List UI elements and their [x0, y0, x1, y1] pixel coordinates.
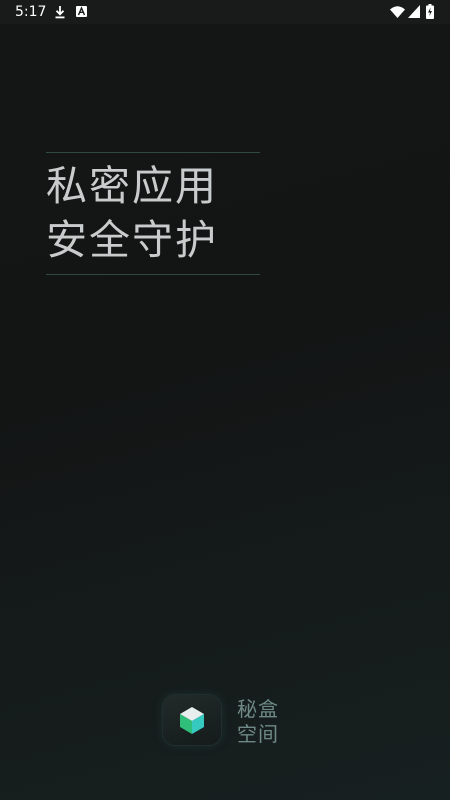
- download-icon: [55, 6, 65, 19]
- status-bar: 5:17: [0, 0, 450, 24]
- cube-icon: [180, 707, 204, 734]
- slogan-bottom-divider: [46, 274, 260, 275]
- battery-charging-icon: [426, 4, 434, 19]
- slogan-line-2: 安全守护: [46, 216, 218, 264]
- status-time: 5:17: [15, 4, 47, 20]
- a-icon: [76, 6, 87, 17]
- brand-name-line-2: 空间: [237, 722, 279, 746]
- app-logo: [163, 695, 221, 745]
- slogan-line-1: 私密应用: [46, 162, 218, 210]
- brand-name-line-1: 秘盒: [237, 697, 279, 721]
- signal-icon: [408, 5, 420, 18]
- slogan-top-divider: [46, 152, 260, 153]
- wifi-icon: [390, 6, 405, 18]
- splash-screen: 5:17 私密应用 安全守护 秘盒 空间: [0, 0, 450, 800]
